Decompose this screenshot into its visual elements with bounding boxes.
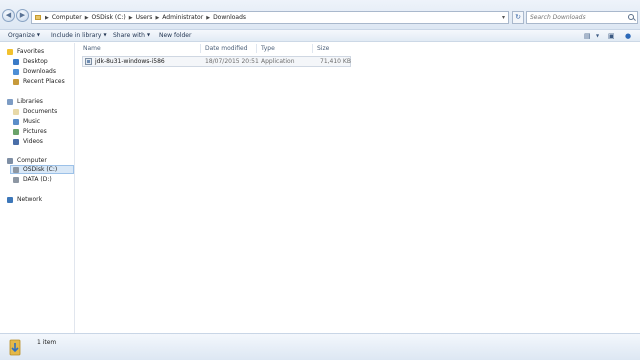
breadcrumb-downloads[interactable]: Downloads	[213, 14, 246, 21]
pictures-icon	[13, 128, 19, 135]
share-with-label: Share with	[113, 32, 145, 39]
folder-icon	[35, 15, 41, 20]
nav-item-pictures[interactable]: Pictures	[13, 127, 73, 136]
forward-button[interactable]: ▶	[16, 9, 29, 22]
nav-item-desktop[interactable]: Desktop	[13, 57, 73, 66]
nav-item-data-drive[interactable]: DATA (D:)	[13, 175, 73, 184]
column-header-type[interactable]: Type	[261, 45, 275, 52]
column-header-date-modified[interactable]: Date modified	[205, 45, 248, 52]
network-icon	[7, 196, 13, 203]
nav-item-recent-places[interactable]: Recent Places	[13, 77, 73, 86]
organize-button[interactable]: Organize ▼	[8, 32, 40, 39]
preview-pane-icon[interactable]: ▣	[608, 32, 615, 40]
column-divider[interactable]	[200, 44, 201, 53]
nav-network[interactable]: Network	[7, 195, 73, 204]
chevron-down-icon: ▼	[103, 32, 107, 37]
nav-libraries[interactable]: Libraries	[7, 97, 73, 106]
nav-item-osdisk[interactable]: OSDisk (C:)	[10, 165, 74, 174]
nav-item-label: Pictures	[23, 128, 47, 135]
nav-item-videos[interactable]: Videos	[13, 137, 73, 146]
nav-item-label: DATA (D:)	[23, 176, 52, 183]
nav-item-label: Recent Places	[23, 78, 65, 85]
nav-favorites-label: Favorites	[17, 48, 45, 55]
item-count: 1 item	[37, 339, 57, 346]
views-icon[interactable]: ▤	[584, 32, 591, 40]
nav-item-label: Desktop	[23, 58, 48, 65]
breadcrumb-separator-icon[interactable]: ▶	[206, 15, 210, 21]
details-pane: 1 item	[0, 333, 640, 360]
drive-icon	[13, 176, 19, 183]
breadcrumb-administrator[interactable]: Administrator	[162, 14, 203, 21]
nav-computer[interactable]: Computer	[7, 156, 73, 165]
music-icon	[13, 118, 19, 125]
downloads-folder-icon	[9, 339, 21, 356]
library-icon	[7, 98, 13, 105]
breadcrumb-separator-icon[interactable]: ▶	[85, 15, 89, 21]
breadcrumb-separator-icon[interactable]: ▶	[45, 15, 49, 21]
videos-icon	[13, 138, 19, 145]
application-icon	[85, 58, 92, 65]
help-icon[interactable]: ●	[625, 32, 631, 40]
search-icon[interactable]	[628, 14, 634, 20]
file-size: 71,410 KB	[320, 58, 351, 65]
views-dropdown-icon[interactable]: ▼	[596, 32, 599, 40]
nav-item-label: Downloads	[23, 68, 56, 75]
nav-libraries-label: Libraries	[17, 98, 43, 105]
file-date-modified: 18/07/2015 20:51	[205, 58, 259, 65]
nav-network-label: Network	[17, 196, 43, 203]
address-dropdown-icon[interactable]: ▾	[502, 12, 505, 23]
nav-item-label: Documents	[23, 108, 58, 115]
column-divider[interactable]	[312, 44, 313, 53]
address-bar-row: ◀ ▶ ▶ Computer ▶ OSDisk (C:) ▶ Users ▶ A…	[0, 0, 640, 30]
forward-arrow-icon: ▶	[19, 11, 26, 19]
table-row[interactable]: jdk-8u31-windows-i586 18/07/2015 20:51 A…	[82, 56, 351, 67]
breadcrumb-osdisk[interactable]: OSDisk (C:)	[92, 14, 126, 21]
search-input[interactable]	[527, 12, 623, 23]
back-button[interactable]: ◀	[2, 9, 15, 22]
breadcrumb-computer[interactable]: Computer	[52, 14, 82, 21]
include-in-library-button[interactable]: Include in library ▼	[51, 32, 107, 39]
address-field[interactable]: ▶ Computer ▶ OSDisk (C:) ▶ Users ▶ Admin…	[31, 11, 509, 24]
organize-label: Organize	[8, 32, 35, 39]
chevron-down-icon: ▼	[146, 32, 151, 37]
column-divider[interactable]	[256, 44, 257, 53]
refresh-button[interactable]: ↻	[512, 11, 524, 24]
nav-item-label: Music	[23, 118, 41, 125]
breadcrumb-separator-icon[interactable]: ▶	[129, 15, 133, 21]
command-bar: Organize ▼ Include in library ▼ Share with…	[0, 30, 640, 42]
search-box[interactable]	[526, 11, 638, 24]
file-type: Application	[261, 58, 295, 65]
desktop-icon	[13, 58, 19, 65]
downloads-icon	[13, 68, 19, 75]
nav-item-documents[interactable]: Documents	[13, 107, 73, 116]
include-in-library-label: Include in library	[51, 32, 102, 39]
chevron-down-icon: ▼	[36, 32, 40, 37]
navigation-pane: Favorites Desktop Downloads Recent Place…	[0, 43, 75, 333]
nav-item-downloads[interactable]: Downloads	[13, 67, 73, 76]
drive-icon	[13, 166, 19, 173]
file-list: Name Date modified Type Size jdk-8u31-wi…	[76, 43, 640, 333]
file-name: jdk-8u31-windows-i586	[95, 58, 165, 65]
documents-icon	[13, 108, 19, 115]
new-folder-button[interactable]: New folder	[159, 32, 191, 39]
column-header-size[interactable]: Size	[317, 45, 329, 52]
nav-item-music[interactable]: Music	[13, 117, 73, 126]
refresh-icon: ↻	[515, 13, 521, 21]
column-header-name[interactable]: Name	[83, 45, 101, 52]
share-with-button[interactable]: Share with ▼	[113, 32, 150, 39]
star-icon	[7, 48, 13, 55]
nav-computer-label: Computer	[17, 157, 47, 164]
breadcrumb-users[interactable]: Users	[136, 14, 153, 21]
breadcrumb-separator-icon[interactable]: ▶	[155, 15, 159, 21]
nav-favorites[interactable]: Favorites	[7, 47, 73, 56]
computer-icon	[7, 157, 13, 164]
back-arrow-icon: ◀	[5, 11, 12, 19]
recent-places-icon	[13, 78, 19, 85]
nav-item-label: OSDisk (C:)	[23, 166, 58, 173]
nav-item-label: Videos	[23, 138, 43, 145]
